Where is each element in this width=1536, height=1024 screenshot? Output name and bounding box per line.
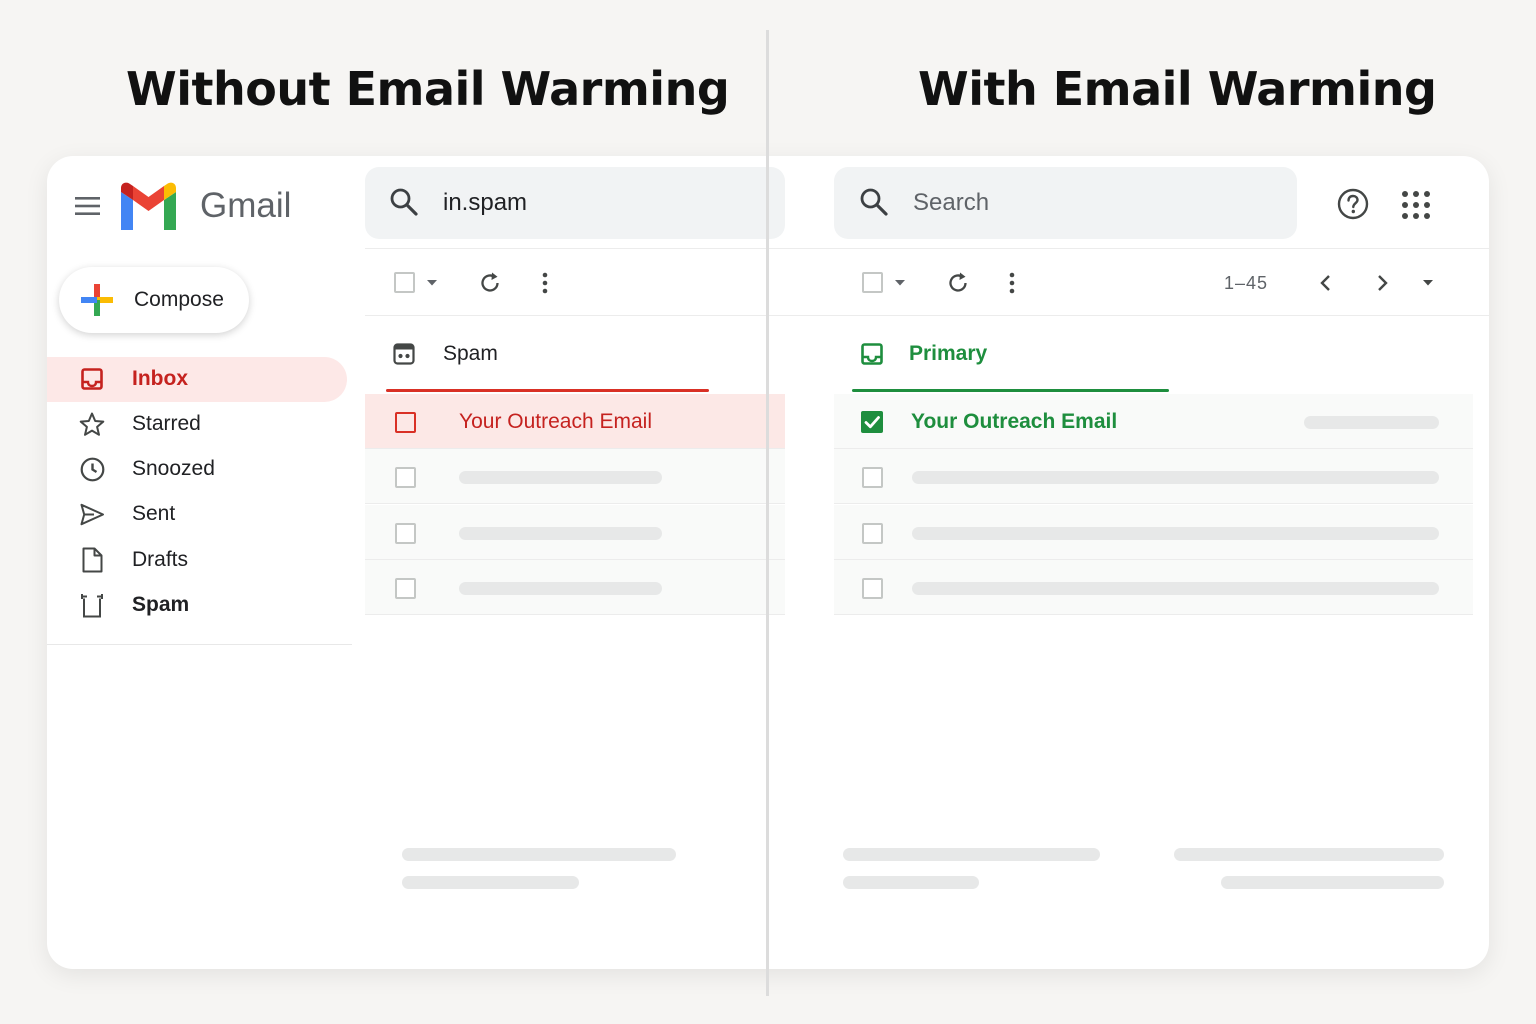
email-row-outreach-primary[interactable]: Your Outreach Email	[834, 394, 1473, 449]
email-row-placeholder[interactable]	[365, 560, 785, 615]
toolbar-divider	[365, 248, 785, 249]
checked-checkbox-icon[interactable]	[861, 411, 883, 433]
search-icon[interactable]	[859, 187, 889, 217]
send-icon	[80, 503, 104, 526]
spam-icon	[81, 594, 103, 618]
select-dropdown-caret-icon[interactable]	[894, 279, 906, 287]
sidebar-item-label: Spam	[132, 593, 190, 616]
chevron-left-icon[interactable]	[1319, 274, 1331, 292]
refresh-icon[interactable]	[478, 271, 502, 295]
placeholder-line	[912, 471, 1439, 484]
main-menu-icon[interactable]	[75, 196, 101, 216]
email-row-placeholder[interactable]	[834, 505, 1473, 560]
email-checkbox[interactable]	[862, 578, 883, 599]
sidebar-item-label: Starred	[132, 412, 201, 435]
email-row-placeholder[interactable]	[365, 505, 785, 560]
primary-tab-underline	[852, 389, 1169, 392]
sidebar-item-inbox[interactable]: Inbox	[47, 357, 347, 402]
placeholder-line	[912, 527, 1439, 540]
toolbar-divider	[769, 248, 1489, 249]
more-options-icon[interactable]	[542, 272, 548, 294]
gmail-logo-icon[interactable]	[117, 182, 180, 230]
sidebar-item-starred[interactable]: Starred	[47, 402, 347, 447]
email-row-placeholder[interactable]	[834, 560, 1473, 615]
footer-placeholder-line	[843, 848, 1100, 861]
tab-spam[interactable]: Spam	[443, 342, 498, 366]
right-search-bar[interactable]: Search	[834, 167, 1297, 239]
comparison-divider	[766, 30, 769, 996]
sidebar-item-label: Sent	[132, 502, 176, 525]
heading-with-warming: With Email Warming	[918, 62, 1437, 116]
search-input[interactable]: in.spam	[443, 189, 527, 217]
spam-tab-icon	[393, 343, 415, 365]
tab-primary[interactable]: Primary	[909, 342, 987, 366]
footer-placeholder-line	[402, 876, 579, 889]
sidebar-item-snoozed[interactable]: Snoozed	[47, 447, 347, 492]
footer-placeholder-line	[1174, 848, 1444, 861]
placeholder-line	[459, 527, 662, 540]
sidebar-item-spam[interactable]: Spam	[47, 583, 347, 628]
email-row-outreach-spam[interactable]: Your Outreach Email	[365, 394, 785, 449]
search-icon[interactable]	[389, 187, 419, 217]
email-checkbox[interactable]	[395, 523, 416, 544]
primary-inbox-icon	[861, 343, 883, 365]
heading-without-warming: Without Email Warming	[126, 62, 730, 116]
email-subject: Your Outreach Email	[911, 410, 1118, 433]
draft-icon	[82, 547, 103, 573]
star-icon	[79, 412, 105, 436]
sidebar-item-drafts[interactable]: Drafts	[47, 538, 347, 583]
pagination-range: 1–45	[1224, 273, 1269, 293]
tabs-divider	[769, 315, 1489, 316]
compose-plus-icon	[81, 284, 113, 316]
sidebar-item-label: Inbox	[132, 367, 188, 390]
chevron-down-icon[interactable]	[1422, 279, 1434, 287]
chevron-right-icon[interactable]	[1377, 274, 1389, 292]
footer-placeholder-line	[1221, 876, 1444, 889]
tabs-divider	[365, 315, 785, 316]
sidebar-divider	[47, 644, 352, 645]
email-subject: Your Outreach Email	[459, 410, 652, 433]
email-row-placeholder[interactable]	[365, 449, 785, 504]
email-checkbox[interactable]	[395, 467, 416, 488]
sidebar-item-label: Drafts	[132, 548, 189, 571]
compose-button[interactable]: Compose	[59, 267, 249, 333]
spam-tab-underline	[386, 389, 709, 392]
search-input[interactable]: Search	[913, 189, 989, 217]
footer-placeholder-line	[843, 876, 979, 889]
email-date-placeholder	[1304, 416, 1439, 429]
placeholder-line	[912, 582, 1439, 595]
sidebar-item-sent[interactable]: Sent	[47, 492, 347, 537]
email-checkbox[interactable]	[862, 467, 883, 488]
sidebar-item-label: Snoozed	[132, 457, 215, 480]
email-row-placeholder[interactable]	[834, 449, 1473, 504]
email-checkbox[interactable]	[395, 412, 416, 433]
footer-placeholder-line	[402, 848, 676, 861]
gmail-wordmark: Gmail	[200, 186, 292, 225]
inbox-icon	[81, 368, 103, 390]
email-checkbox[interactable]	[395, 578, 416, 599]
compose-label: Compose	[134, 288, 224, 311]
email-checkbox[interactable]	[862, 523, 883, 544]
placeholder-line	[459, 471, 662, 484]
placeholder-line	[459, 582, 662, 595]
help-icon[interactable]	[1337, 188, 1369, 220]
select-all-checkbox[interactable]	[394, 272, 415, 293]
clock-icon	[80, 457, 105, 482]
left-search-bar[interactable]: in.spam	[365, 167, 785, 239]
refresh-icon[interactable]	[946, 271, 970, 295]
apps-grid-icon[interactable]	[1401, 190, 1431, 220]
more-options-icon[interactable]	[1009, 272, 1015, 294]
select-all-checkbox[interactable]	[862, 272, 883, 293]
select-dropdown-caret-icon[interactable]	[426, 279, 438, 287]
